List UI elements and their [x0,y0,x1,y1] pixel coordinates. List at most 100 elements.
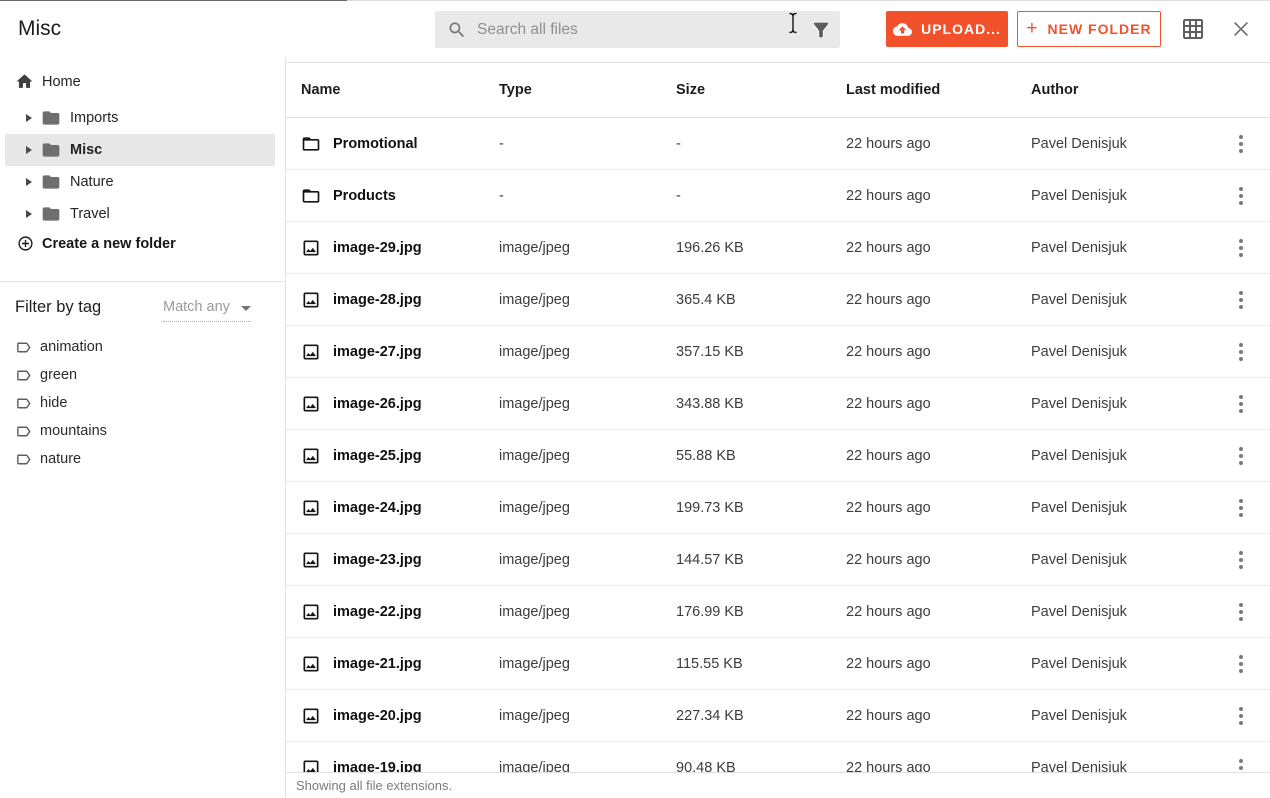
file-modified: 22 hours ago [846,187,931,204]
table-row[interactable]: image-24.jpg image/jpeg 199.73 KB 22 hou… [286,482,1270,534]
file-size: - [676,187,681,204]
table-row[interactable]: Promotional - - 22 hours ago Pavel Denis… [286,118,1270,170]
table-row[interactable]: image-21.jpg image/jpeg 115.55 KB 22 hou… [286,638,1270,690]
image-icon [301,654,321,674]
filter-funnel-icon[interactable] [810,19,832,41]
row-menu-button[interactable] [1235,755,1247,773]
file-size: 199.73 KB [676,499,744,516]
table-row[interactable]: image-26.jpg image/jpeg 343.88 KB 22 hou… [286,378,1270,430]
file-type: image/jpeg [499,655,570,672]
file-name: image-28.jpg [333,291,422,308]
tag-label: nature [40,451,82,467]
column-header-size: Size [676,82,706,98]
tag-label: mountains [40,423,107,439]
sidebar-folder-item[interactable]: Imports [5,102,275,134]
folder-icon [41,140,61,160]
upload-button[interactable]: UPLOAD... [886,11,1008,47]
file-author: Pavel Denisjuk [1031,759,1127,773]
search-input[interactable]: Search all files [435,11,840,48]
sidebar-folder-item[interactable]: Misc [5,134,275,166]
file-author: Pavel Denisjuk [1031,603,1127,620]
table-row[interactable]: image-27.jpg image/jpeg 357.15 KB 22 hou… [286,326,1270,378]
file-author: Pavel Denisjuk [1031,395,1127,412]
file-author: Pavel Denisjuk [1031,655,1127,672]
file-name: Products [333,187,396,204]
file-name: image-27.jpg [333,343,422,360]
file-modified: 22 hours ago [846,447,931,464]
table-row[interactable]: image-29.jpg image/jpeg 196.26 KB 22 hou… [286,222,1270,274]
image-icon [301,706,321,726]
home-icon [15,72,34,91]
tag-filter-item[interactable]: hide [0,389,285,417]
tag-filter-item[interactable]: animation [0,333,285,361]
tag-filter-item[interactable]: nature [0,445,285,473]
create-new-folder-button[interactable]: Create a new folder [17,235,176,252]
row-menu-button[interactable] [1235,547,1247,573]
search-placeholder: Search all files [477,20,578,38]
row-menu-button[interactable] [1235,651,1247,677]
tag-icon [15,367,32,384]
file-size: 55.88 KB [676,447,736,464]
row-menu-button[interactable] [1235,235,1247,261]
file-name: image-29.jpg [333,239,422,256]
sidebar-folder-item[interactable]: Travel [5,198,275,230]
row-menu-button[interactable] [1235,287,1247,313]
table-row[interactable]: image-20.jpg image/jpeg 227.34 KB 22 hou… [286,690,1270,742]
sidebar-folder-label: Misc [70,142,103,158]
tag-match-mode-select[interactable]: Match any [163,299,251,322]
table-row[interactable]: image-22.jpg image/jpeg 176.99 KB 22 hou… [286,586,1270,638]
file-type: image/jpeg [499,603,570,620]
row-menu-button[interactable] [1235,131,1247,157]
close-button[interactable] [1229,17,1253,41]
table-row[interactable]: Products - - 22 hours ago Pavel Denisjuk [286,170,1270,222]
sidebar-item-home[interactable]: Home [15,72,81,91]
window-top-edge-light [347,0,1270,1]
file-author: Pavel Denisjuk [1031,499,1127,516]
image-icon [301,394,321,414]
row-menu-button[interactable] [1235,443,1247,469]
tag-label: animation [40,339,103,355]
file-author: Pavel Denisjuk [1031,551,1127,568]
chevron-down-icon [241,305,251,311]
file-name: image-22.jpg [333,603,422,620]
folder-icon [41,108,61,128]
grid-icon [1183,19,1203,39]
table-row[interactable]: image-23.jpg image/jpeg 144.57 KB 22 hou… [286,534,1270,586]
row-menu-button[interactable] [1235,495,1247,521]
tag-filter-item[interactable]: mountains [0,417,285,445]
file-modified: 22 hours ago [846,135,931,152]
file-modified: 22 hours ago [846,655,931,672]
row-menu-button[interactable] [1235,599,1247,625]
sidebar-folder-label: Travel [70,206,110,222]
image-icon [301,290,321,310]
row-menu-button[interactable] [1235,391,1247,417]
file-type: image/jpeg [499,291,570,308]
table-row[interactable]: image-25.jpg image/jpeg 55.88 KB 22 hour… [286,430,1270,482]
sidebar-folder-item[interactable]: Nature [5,166,275,198]
row-menu-button[interactable] [1235,339,1247,365]
row-menu-button[interactable] [1235,703,1247,729]
file-size: 343.88 KB [676,395,744,412]
table-row[interactable]: image-19.jpg image/jpeg 90.48 KB 22 hour… [286,742,1270,772]
file-table-body: Promotional - - 22 hours ago Pavel Denis… [286,118,1270,772]
file-author: Pavel Denisjuk [1031,343,1127,360]
grid-view-toggle-button[interactable] [1181,17,1205,41]
tag-label: green [40,367,78,383]
file-modified: 22 hours ago [846,551,931,568]
add-circle-icon [17,235,34,252]
chevron-right-icon [26,178,32,186]
table-row[interactable]: image-28.jpg image/jpeg 365.4 KB 22 hour… [286,274,1270,326]
file-type: image/jpeg [499,395,570,412]
row-menu-button[interactable] [1235,183,1247,209]
file-modified: 22 hours ago [846,395,931,412]
file-author: Pavel Denisjuk [1031,447,1127,464]
folder-icon [301,134,321,154]
tag-filter-item[interactable]: green [0,361,285,389]
file-type: - [499,135,504,152]
column-header-name: Name [301,82,341,98]
upload-button-label: UPLOAD... [921,21,1001,37]
sidebar: Home Imports Misc Nature Travel Create a… [0,58,286,798]
file-table: Name Type Size Last modified Author Prom… [286,58,1270,798]
file-size: 176.99 KB [676,603,744,620]
new-folder-button[interactable]: + NEW FOLDER [1017,11,1161,47]
